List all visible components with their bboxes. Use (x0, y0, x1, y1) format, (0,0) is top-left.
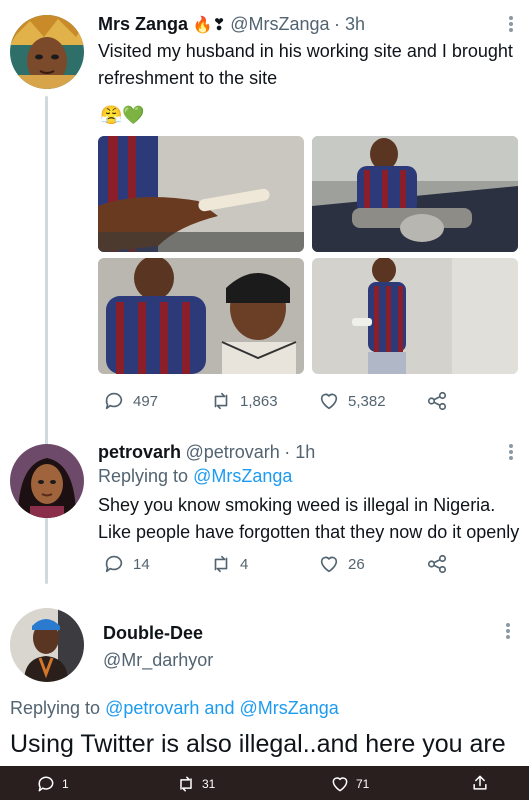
retweet-icon (214, 392, 228, 410)
emoji-line: 😤💚 (100, 105, 145, 125)
display-name[interactable]: Double-Dee (103, 623, 203, 644)
avatar[interactable] (10, 608, 84, 682)
tweet-header: petrovarh @petrovarh · 1h (98, 442, 315, 463)
like-count: 71 (356, 777, 370, 791)
retweet-count: 31 (202, 777, 216, 791)
retweet-icon (214, 555, 228, 573)
heart-icon (332, 777, 348, 792)
tweet-text: Visited my husband in his working site a… (98, 41, 513, 88)
user-handle[interactable]: @MrsZanga (230, 14, 329, 34)
bottom-action-bar: 1 31 71 (0, 766, 529, 800)
retweet-button[interactable]: 1,863 (210, 390, 278, 412)
like-button[interactable]: 71 (330, 774, 369, 794)
tweet-text: Shey you know smoking weed is illegal in… (98, 495, 520, 542)
display-name[interactable]: Mrs Zanga (98, 14, 188, 34)
reply-button[interactable]: 1 (36, 774, 69, 794)
replying-to-label: Replying to (10, 698, 101, 718)
reply-count: 497 (133, 392, 159, 410)
heart-icon (320, 556, 338, 573)
photo-4[interactable] (312, 258, 518, 374)
avatar[interactable] (10, 15, 84, 89)
replying-to: Replying to @MrsZanga (98, 466, 292, 487)
avatar[interactable] (10, 444, 84, 518)
like-button[interactable]: 5,382 (318, 390, 386, 412)
upload-button[interactable] (470, 773, 490, 793)
retweet-button[interactable]: 31 (176, 774, 215, 794)
share-button[interactable] (426, 390, 448, 412)
replying-to: Replying to @petrovarh and @MrsZanga (10, 698, 339, 719)
like-count: 26 (348, 555, 365, 573)
share-icon (427, 391, 447, 411)
more-dots-icon[interactable] (505, 621, 511, 641)
reply-count: 1 (62, 777, 69, 791)
display-name[interactable]: petrovarh (98, 442, 181, 462)
timestamp[interactable]: · 3h (334, 14, 365, 34)
reply-icon (105, 555, 123, 573)
photo-3[interactable] (98, 258, 304, 374)
user-handle[interactable]: @Mr_darhyor (103, 650, 213, 671)
retweet-count: 4 (240, 555, 249, 573)
share-button[interactable] (426, 553, 448, 575)
photo-1[interactable] (98, 136, 304, 252)
like-count: 5,382 (348, 392, 386, 410)
reply-button[interactable]: 14 (103, 553, 150, 575)
more-dots-icon[interactable] (508, 14, 514, 34)
replying-to-link-2[interactable]: @MrsZanga (239, 698, 338, 718)
replying-to-link-1[interactable]: @petrovarh (105, 698, 199, 718)
tweet-text: Using Twitter is also illegal..and here … (10, 730, 506, 758)
retweet-count: 1,863 (240, 392, 278, 410)
upload-icon (473, 775, 487, 790)
tweet-header: Mrs Zanga 🔥❣ @MrsZanga · 3h (98, 14, 365, 35)
reply-count: 14 (133, 555, 150, 573)
reply-icon (105, 392, 123, 410)
more-dots-icon[interactable] (508, 442, 514, 462)
replying-to-link[interactable]: @MrsZanga (193, 466, 292, 486)
replying-to-and: and (204, 698, 235, 718)
timestamp[interactable]: · 1h (284, 442, 315, 462)
heart-icon (320, 393, 338, 410)
name-emoji: 🔥❣ (192, 17, 226, 34)
retweet-button[interactable]: 4 (210, 553, 248, 575)
like-button[interactable]: 26 (318, 553, 365, 575)
reply-button[interactable]: 497 (103, 390, 158, 412)
replying-to-label: Replying to (98, 466, 189, 486)
photo-2[interactable] (312, 136, 518, 252)
retweet-icon (180, 776, 192, 792)
user-handle[interactable]: @petrovarh (185, 442, 279, 462)
share-icon (427, 554, 447, 574)
reply-icon (38, 776, 54, 792)
